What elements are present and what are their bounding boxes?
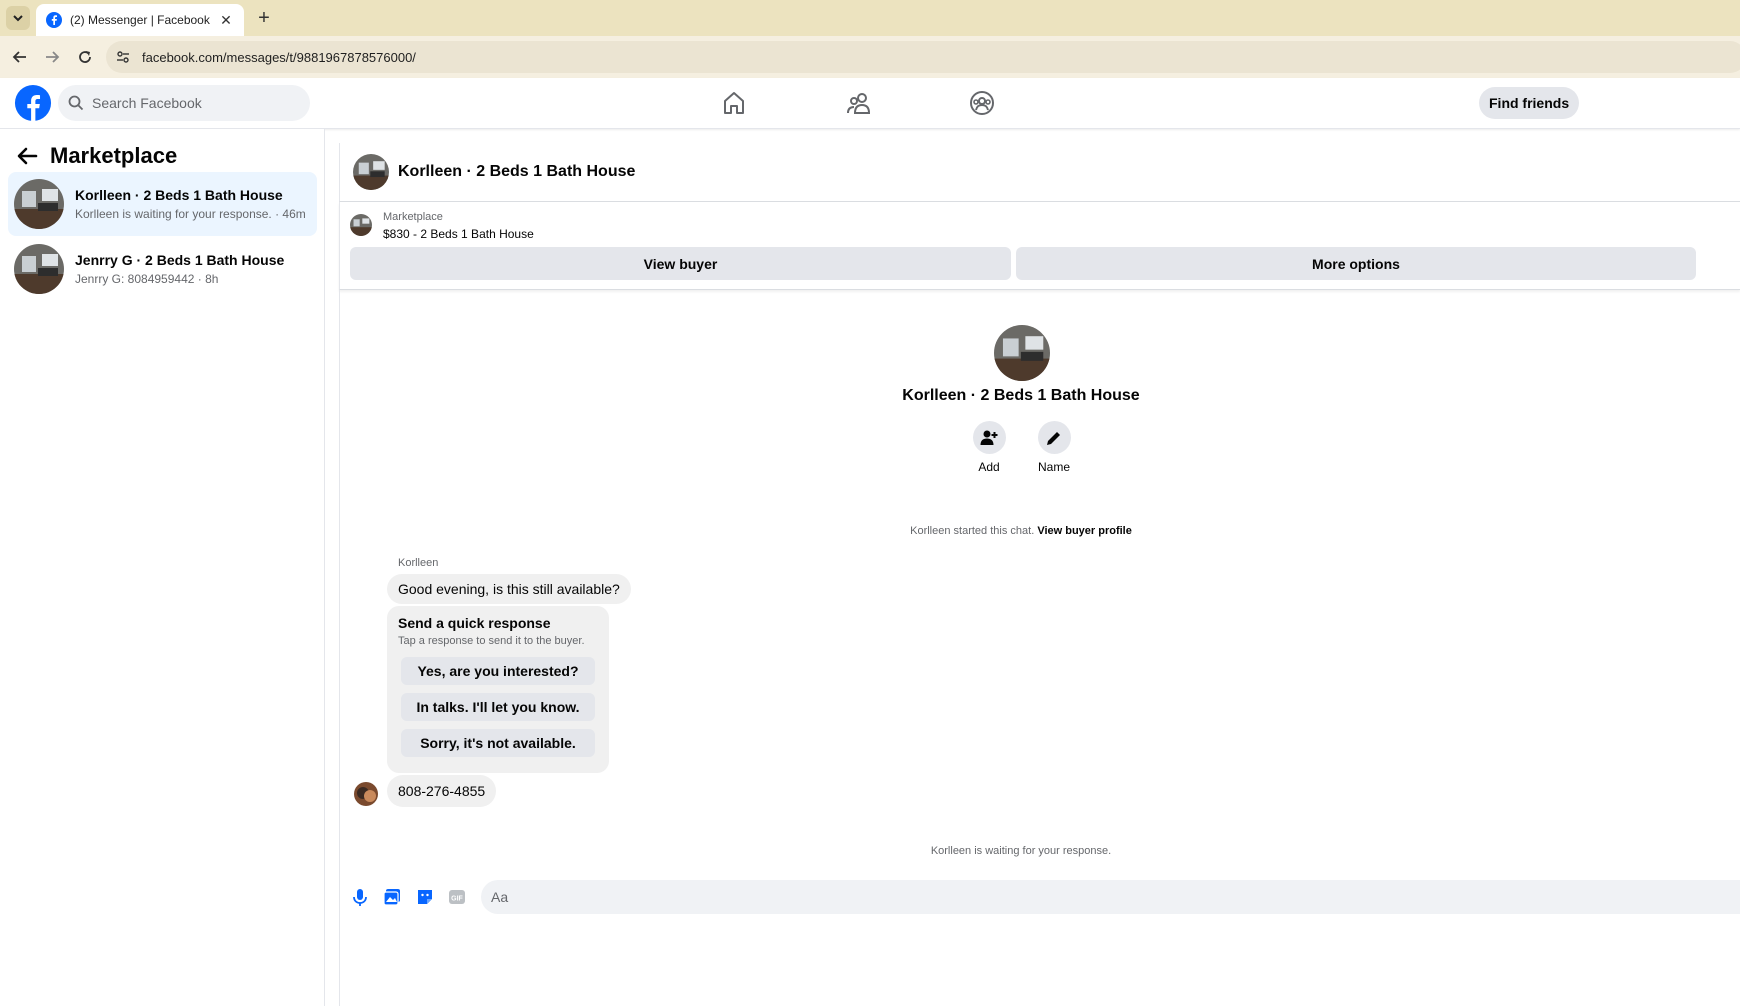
- conversation-item-korlleen[interactable]: Korlleen · 2 Beds 1 Bath House Korlleen …: [8, 172, 317, 236]
- chat-header[interactable]: Korlleen · 2 Beds 1 Bath House: [339, 143, 1740, 202]
- tab-close-icon[interactable]: ✕: [218, 12, 234, 29]
- listing-thumbnail: [350, 214, 372, 236]
- sidebar-header: Marketplace: [16, 143, 177, 169]
- view-buyer-button[interactable]: View buyer: [350, 247, 1011, 280]
- message-input[interactable]: Aa: [481, 880, 1740, 914]
- marketplace-sidebar: Marketplace Korlleen · 2 Beds 1 Bath Hou…: [0, 129, 325, 1006]
- find-friends-button[interactable]: Find friends: [1479, 87, 1579, 119]
- groups-icon[interactable]: [969, 90, 995, 116]
- quick-response-panel: Send a quick response Tap a response to …: [387, 606, 609, 773]
- tab-search-button[interactable]: [6, 6, 30, 30]
- facebook-favicon-icon: [46, 12, 62, 28]
- friends-icon[interactable]: [846, 90, 872, 116]
- name-label: Name: [1037, 460, 1070, 474]
- started-text: Korlleen started this chat.: [910, 525, 1035, 537]
- facebook-logo-icon[interactable]: [14, 84, 52, 122]
- tab-title: (2) Messenger | Facebook: [70, 13, 210, 27]
- add-label: Add: [978, 460, 1000, 474]
- arrow-right-icon: [46, 51, 60, 63]
- reload-button[interactable]: [73, 45, 97, 69]
- add-person-icon: [972, 421, 1006, 454]
- forward-button[interactable]: [40, 45, 64, 69]
- gif-icon[interactable]: GIF: [447, 887, 467, 907]
- search-icon: [68, 95, 84, 111]
- quick-reply-in-talks[interactable]: In talks. I'll let you know.: [401, 693, 595, 721]
- listing-price[interactable]: $830 - 2 Beds 1 Bath House: [383, 227, 534, 241]
- browser-tab[interactable]: (2) Messenger | Facebook ✕: [36, 4, 244, 36]
- chevron-down-icon: [13, 15, 23, 22]
- listing-source-label: Marketplace: [383, 211, 443, 223]
- profile-avatar: [994, 325, 1050, 381]
- quick-response-subtitle: Tap a response to send it to the buyer.: [398, 635, 585, 647]
- search-placeholder: Search Facebook: [92, 95, 202, 111]
- reload-icon: [79, 51, 91, 63]
- message-thread: Korlleen · 2 Beds 1 Bath House Add Name …: [339, 290, 1740, 1006]
- microphone-icon[interactable]: [350, 887, 370, 907]
- back-button[interactable]: [8, 45, 32, 69]
- url-text: facebook.com/messages/t/9881967878576000…: [142, 49, 416, 65]
- photo-icon[interactable]: [382, 887, 402, 907]
- listing-panel: Marketplace $830 - 2 Beds 1 Bath House V…: [339, 202, 1740, 290]
- site-settings-icon[interactable]: [116, 50, 130, 64]
- sidebar-title: Marketplace: [50, 143, 178, 168]
- conversation-preview: Jenrry G: 8084959442 · 8h: [75, 272, 219, 286]
- home-icon[interactable]: [721, 90, 747, 116]
- chat-started-notice: Korlleen started this chat. View buyer p…: [340, 525, 1702, 537]
- listing-avatar: [14, 244, 64, 294]
- address-bar[interactable]: facebook.com/messages/t/9881967878576000…: [106, 41, 1740, 73]
- waiting-notice: Korlleen is waiting for your response.: [930, 845, 1112, 857]
- browser-tab-bar: (2) Messenger | Facebook ✕ +: [0, 0, 1740, 36]
- sender-avatar: [354, 782, 378, 806]
- sticker-icon[interactable]: [415, 887, 435, 907]
- conversation-name: Jenrry G · 2 Beds 1 Bath House: [75, 252, 285, 268]
- browser-toolbar: facebook.com/messages/t/9881967878576000…: [0, 36, 1740, 78]
- new-tab-button[interactable]: +: [252, 6, 276, 30]
- listing-avatar: [14, 179, 64, 229]
- conversation-item-jenrry[interactable]: Jenrry G · 2 Beds 1 Bath House Jenrry G:…: [8, 237, 317, 301]
- chat-title: Korlleen · 2 Beds 1 Bath House: [398, 163, 636, 180]
- view-buyer-profile-link[interactable]: View buyer profile: [1037, 525, 1132, 537]
- message-bubble[interactable]: 808-276-4855: [387, 775, 497, 807]
- arrow-left-icon: [12, 51, 26, 63]
- svg-text:GIF: GIF: [451, 896, 463, 903]
- quick-reply-interested[interactable]: Yes, are you interested?: [401, 657, 595, 685]
- quick-reply-not-available[interactable]: Sorry, it's not available.: [401, 729, 595, 757]
- facebook-header: Search Facebook Find friends: [0, 78, 1740, 129]
- chat-avatar: [353, 154, 389, 190]
- conversation-name: Korlleen · 2 Beds 1 Bath House: [75, 187, 283, 203]
- name-chat-button[interactable]: Name: [1024, 421, 1084, 474]
- conversation-preview: Korlleen is waiting for your response. ·…: [75, 207, 306, 221]
- profile-name: Korlleen · 2 Beds 1 Bath House: [902, 387, 1140, 404]
- facebook-search-input[interactable]: Search Facebook: [58, 85, 310, 121]
- message-bubble[interactable]: Good evening, is this still available?: [387, 574, 631, 604]
- quick-response-title: Send a quick response: [398, 615, 551, 631]
- pencil-icon: [1037, 421, 1071, 454]
- back-arrow-icon[interactable]: [16, 145, 38, 167]
- add-people-button[interactable]: Add: [959, 421, 1019, 474]
- more-options-button[interactable]: More options: [1016, 247, 1696, 280]
- sender-name: Korlleen: [398, 557, 439, 569]
